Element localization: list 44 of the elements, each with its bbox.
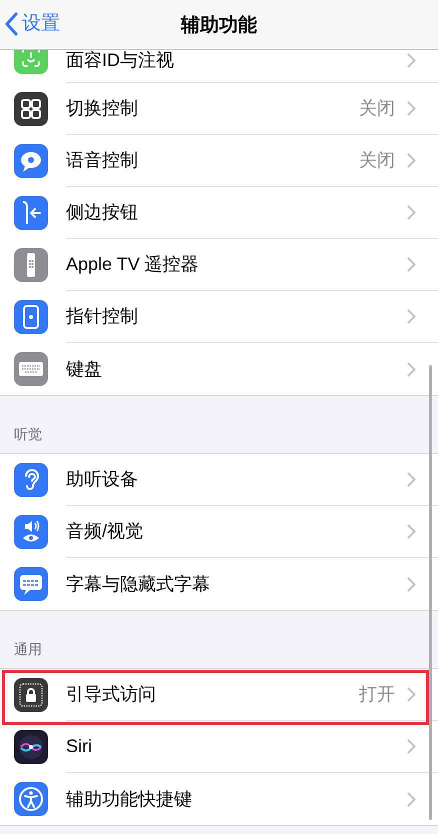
row-label: 引导式访问: [66, 683, 157, 706]
pointer-icon: [14, 300, 48, 334]
chevron-icon: [407, 524, 416, 539]
row-label: 音频/视觉: [66, 520, 144, 543]
row-value: 关闭: [359, 97, 395, 120]
row-label: 面容ID与注视: [66, 48, 175, 72]
row-label: 键盘: [66, 358, 103, 380]
row-label: 切换控制: [66, 97, 139, 120]
chevron-icon: [407, 576, 416, 592]
back-button[interactable]: 设置: [4, 10, 60, 38]
section-header: 通用: [14, 640, 42, 659]
chevron-icon: [407, 309, 416, 324]
padlock-icon: [14, 678, 48, 712]
chevron-icon: [407, 153, 416, 168]
row-label: 指针控制: [66, 305, 139, 328]
row-value: 关闭: [359, 149, 395, 172]
row-label: Siri: [66, 735, 93, 758]
page-title: 辅助功能: [181, 14, 257, 38]
row-label: 字幕与隐藏式字幕: [66, 572, 211, 596]
chevron-icon: [407, 687, 416, 702]
row-value: 打开: [359, 683, 395, 706]
section-header: 听觉: [14, 425, 42, 444]
chevron-icon: [407, 739, 416, 754]
chevron-icon: [407, 362, 416, 376]
chevron-icon: [407, 205, 416, 220]
ear-icon: [14, 463, 48, 497]
row-label: 辅助功能快捷键: [66, 788, 193, 810]
row-label: 侧边按钮: [66, 201, 139, 224]
caption-bubble-icon: [14, 567, 48, 601]
speech-bubble-icon: [14, 144, 48, 178]
chevron-icon: [407, 257, 416, 272]
chevron-icon: [407, 52, 416, 68]
chevron-icon: [407, 101, 416, 116]
row-label: 语音控制: [66, 149, 139, 172]
row-label: 助听设备: [66, 468, 139, 491]
keyboard-icon: [14, 352, 48, 386]
back-chevron-icon: [4, 12, 18, 36]
orb-icon: [14, 730, 48, 764]
remote-icon: [14, 248, 48, 282]
speaker-eye-icon: [14, 515, 48, 549]
chevron-icon: [407, 472, 416, 487]
row-label: Apple TV 遥控器: [66, 253, 200, 276]
grid-icon: [14, 92, 48, 126]
chevron-icon: [407, 792, 416, 806]
